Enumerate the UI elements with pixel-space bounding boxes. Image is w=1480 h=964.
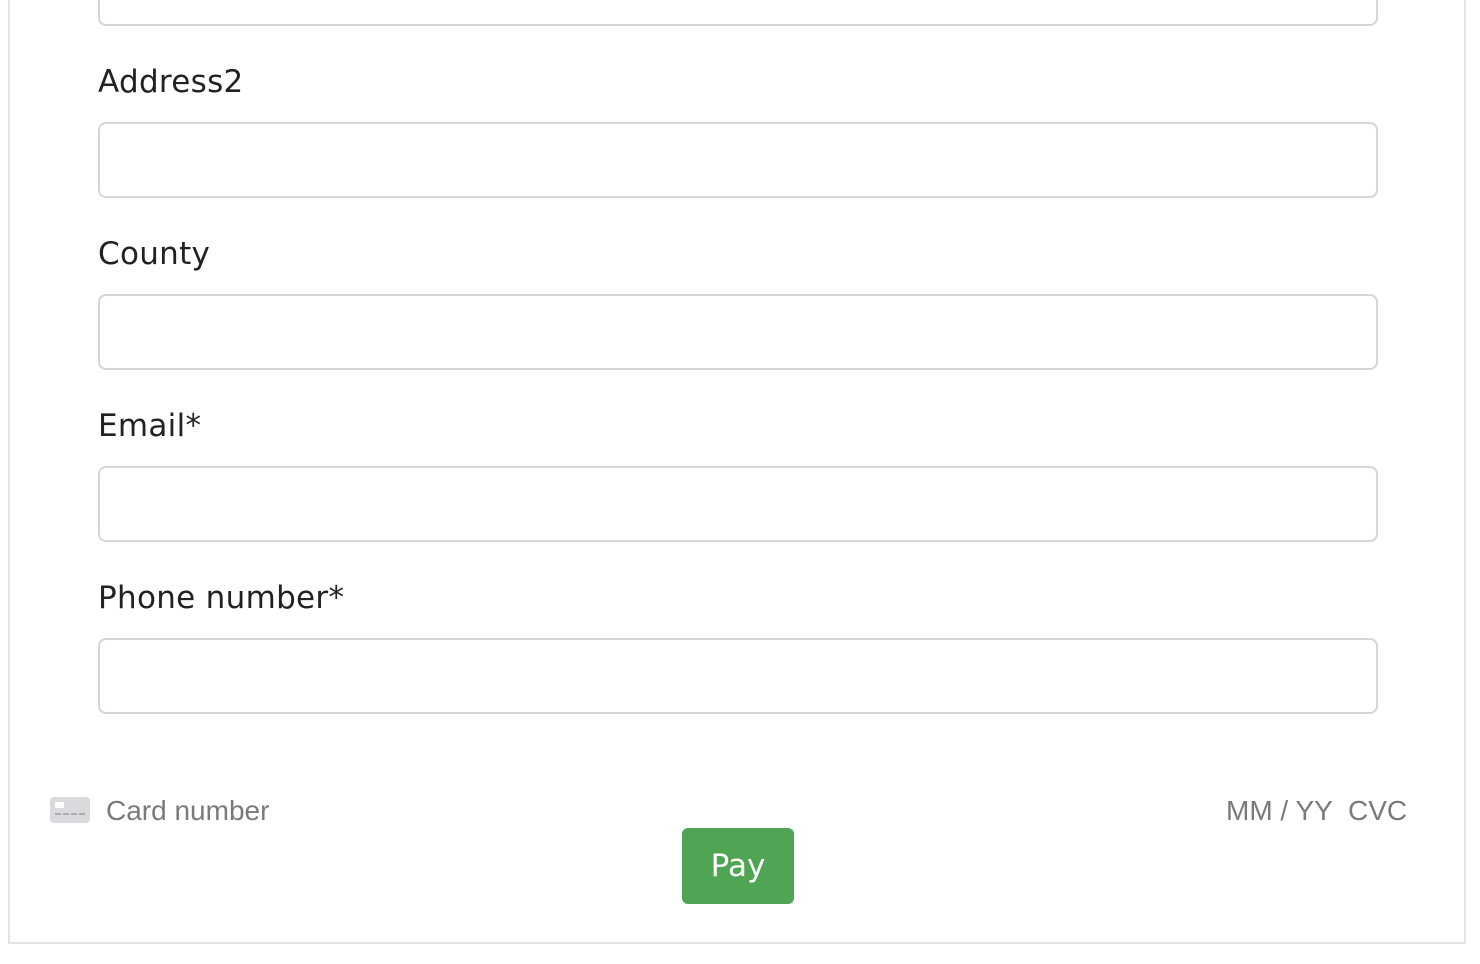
card-cvc-input[interactable]: [1348, 790, 1412, 832]
county-input[interactable]: [98, 294, 1378, 370]
email-label: Email*: [98, 408, 202, 444]
county-label: County: [98, 236, 211, 272]
card-number-input[interactable]: [106, 790, 706, 832]
phone-number-input[interactable]: [98, 638, 1378, 714]
address2-label: Address2: [98, 64, 244, 100]
address-field[interactable]: [98, 0, 1378, 26]
pay-button[interactable]: Pay: [682, 828, 794, 904]
card-expiry-input[interactable]: [1226, 790, 1338, 832]
credit-card-icon: [50, 797, 90, 823]
phone-number-label: Phone number*: [98, 580, 345, 616]
email-input[interactable]: [98, 466, 1378, 542]
address2-input[interactable]: [98, 122, 1378, 198]
